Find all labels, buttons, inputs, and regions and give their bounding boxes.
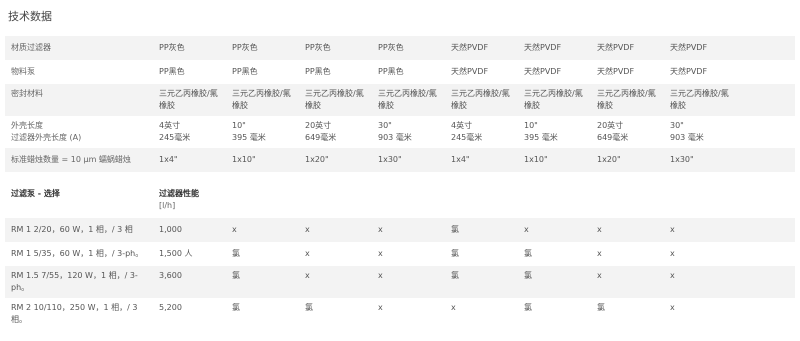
spec-section: 材质过滤器 PP灰色 PP灰色 PP灰色 PP灰色 天然PVDF 天然PVDF 天然PVDF 天… xyxy=(5,36,795,172)
compat-x-mark: x xyxy=(372,218,445,242)
spec-value: 三元乙丙橡胶/氟 橡胶 xyxy=(153,84,226,116)
spec-value: PP灰色 xyxy=(372,36,445,60)
pump-header-label: 过滤泵 - 选择 xyxy=(11,189,60,198)
compat-x-mark: x xyxy=(378,303,383,312)
spec-value: 三元乙丙橡胶/氟 橡胶 xyxy=(299,84,372,116)
spec-value: 三元乙丙橡胶/氟 橡胶 xyxy=(445,84,518,116)
spec-value: 三元乙丙橡胶/氟 橡胶 xyxy=(591,84,664,116)
compat-x-mark: x xyxy=(670,249,675,258)
page: 技术数据 材质过滤器 PP灰色 PP灰色 PP灰色 PP灰色 天然PVDF 天然PVDF 天然… xyxy=(0,0,800,341)
pump-perf: 1,500 人 xyxy=(159,249,193,258)
spec-value: PP灰色 xyxy=(153,36,226,60)
spec-value: 1x30" xyxy=(664,148,795,172)
compat-mark: 氯 xyxy=(232,303,240,312)
spec-value: 天然PVDF xyxy=(664,36,795,60)
spec-value: 三元乙丙橡胶/氟 橡胶 xyxy=(664,84,795,116)
compat-x-mark: x xyxy=(670,303,675,312)
compat-x-mark: x xyxy=(299,266,372,298)
pump-header-row: 过滤泵 - 选择 过滤器性能 [l/h] xyxy=(5,182,795,218)
spec-value: 20英寸 649毫米 xyxy=(305,121,337,142)
compat-x-mark: x xyxy=(451,303,456,312)
spec-value: 20英寸 649毫米 xyxy=(597,121,629,142)
pump-perf: 3,600 xyxy=(153,266,226,298)
spec-value: 1x20" xyxy=(299,148,372,172)
spec-value: 天然PVDF xyxy=(670,67,708,76)
compat-x-mark: x xyxy=(378,249,383,258)
spec-label: 标准蜡烛数量 = 10 μm 蠕蜗蜡烛 xyxy=(5,148,153,172)
pump-row: RM 2 10/110，250 W，1 相，/ 3相。5,200氯氯xx氯氯xx xyxy=(5,298,795,330)
spec-value: 三元乙丙橡胶/氟 橡胶 xyxy=(226,84,299,116)
compat-mark: 氯 xyxy=(232,249,240,258)
compat-x-mark: x xyxy=(299,218,372,242)
spec-value: 1x4" xyxy=(445,148,518,172)
spec-value: 30" 903 毫米 xyxy=(378,121,412,142)
compat-x-mark: x xyxy=(591,266,664,298)
compat-mark: 氯 xyxy=(451,249,459,258)
compat-x-mark: x xyxy=(664,266,795,298)
spec-value: PP黑色 xyxy=(305,67,331,76)
compat-mark: 氯 xyxy=(226,266,299,298)
pump-perf: 1,000 xyxy=(153,218,226,242)
spec-value: 天然PVDF xyxy=(451,67,489,76)
spec-value: 1x4" xyxy=(153,148,226,172)
pump-perf: 5,200 xyxy=(159,303,182,312)
compat-mark: 氯 xyxy=(305,303,313,312)
compat-mark: 氯 xyxy=(524,303,532,312)
spec-value: 1x30" xyxy=(372,148,445,172)
spec-value: 1x20" xyxy=(591,148,664,172)
pump-label: RM 1 5/35，60 W，1 相，/ 3-ph。 xyxy=(11,249,144,258)
spec-label: 物料泵 xyxy=(11,67,35,76)
spec-value: 1x10" xyxy=(518,148,591,172)
spec-row: 密封材料 三元乙丙橡胶/氟 橡胶 三元乙丙橡胶/氟 橡胶 三元乙丙橡胶/氟 橡胶 三元乙丙橡胶… xyxy=(5,84,795,116)
spec-value: 天然PVDF xyxy=(518,36,591,60)
pump-row: RM 1 2/20，60 W，1 相，/ 3 相1,000xxx氯xxx氯 xyxy=(5,218,795,242)
spec-value: PP灰色 xyxy=(226,36,299,60)
spec-label: 密封材料 xyxy=(5,84,153,116)
spec-value: 天然PVDF xyxy=(591,36,664,60)
pump-header-perf: 过滤器性能 [l/h] xyxy=(159,189,199,210)
spec-value: PP灰色 xyxy=(299,36,372,60)
spec-value: PP黑色 xyxy=(159,67,185,76)
spec-value: 三元乙丙橡胶/氟 橡胶 xyxy=(372,84,445,116)
spec-row: 标准蜡烛数量 = 10 μm 蠕蜗蜡烛 1x4" 1x10" 1x20" 1x30" 1x… xyxy=(5,148,795,172)
compat-x-mark: x xyxy=(591,218,664,242)
compat-x-mark: x xyxy=(664,218,795,242)
spec-value: 10" 395 毫米 xyxy=(232,121,266,142)
compat-mark: 氯 xyxy=(445,218,518,242)
pump-row: RM 1 5/35，60 W，1 相，/ 3-ph。 1,500 人 氯 x x 氯 氯 x x… xyxy=(5,242,795,266)
pump-label: RM 2 10/110，250 W，1 相，/ 3 相。 xyxy=(11,303,138,324)
compat-mark: 氯 xyxy=(597,303,605,312)
compat-mark: 氯 xyxy=(518,266,591,298)
spec-label: 材质过滤器 xyxy=(5,36,153,60)
pump-section: 过滤泵 - 选择 过滤器性能 [l/h] RM 1 2/20，60 W，1 相，… xyxy=(5,182,795,330)
spec-value: 三元乙丙橡胶/氟 橡胶 xyxy=(518,84,591,116)
spec-value: PP黑色 xyxy=(232,67,258,76)
spec-label: 外壳长度 过滤器外壳长度 (A) xyxy=(11,121,82,142)
spec-row: 外壳长度 过滤器外壳长度 (A) 4英寸 245毫米 10" 395 毫米 20英寸 649毫… xyxy=(5,116,795,148)
compat-x-mark: x xyxy=(518,218,591,242)
spec-value: 天然PVDF xyxy=(597,67,635,76)
compat-x-mark: x xyxy=(305,249,310,258)
compat-x-mark: x xyxy=(597,249,602,258)
section-spacer xyxy=(5,172,795,182)
spec-row: 材质过滤器 PP灰色 PP灰色 PP灰色 PP灰色 天然PVDF 天然PVDF 天然PVDF 天… xyxy=(5,36,795,60)
tech-data-table: 材质过滤器 PP灰色 PP灰色 PP灰色 PP灰色 天然PVDF 天然PVDF 天然PVDF 天… xyxy=(5,36,795,330)
spec-value: 30" 903 毫米 xyxy=(670,121,704,142)
compat-mark: 氯 xyxy=(445,266,518,298)
spec-value: 4英寸 245毫米 xyxy=(451,121,483,142)
pump-row: RM 1.5 7/55，120 W，1 相，/ 3- ph。 3,600 氯 x x 氯氯 x… xyxy=(5,266,795,298)
compat-mark: 氯 xyxy=(524,249,532,258)
spec-value: 1x10" xyxy=(226,148,299,172)
spec-value: 4英寸 245毫米 xyxy=(159,121,191,142)
spec-row: 物料泵 PP黑色 PP黑色 PP黑色 PP黑色 天然PVDF 天然PVDF 天然PVDF 天然P… xyxy=(5,60,795,84)
spec-value: 天然PVDF xyxy=(445,36,518,60)
compat-x-mark: x xyxy=(372,266,445,298)
page-title: 技术数据 xyxy=(8,10,52,23)
spec-value: 10" 395 毫米 xyxy=(524,121,558,142)
pump-label: RM 1.5 7/55，120 W，1 相，/ 3- ph。 xyxy=(5,266,153,298)
pump-label: RM 1 2/20，60 W，1 相，/ 3 相 xyxy=(5,218,153,242)
spec-value: PP黑色 xyxy=(378,67,404,76)
compat-x-mark: x xyxy=(226,218,299,242)
spec-value: 天然PVDF xyxy=(524,67,562,76)
